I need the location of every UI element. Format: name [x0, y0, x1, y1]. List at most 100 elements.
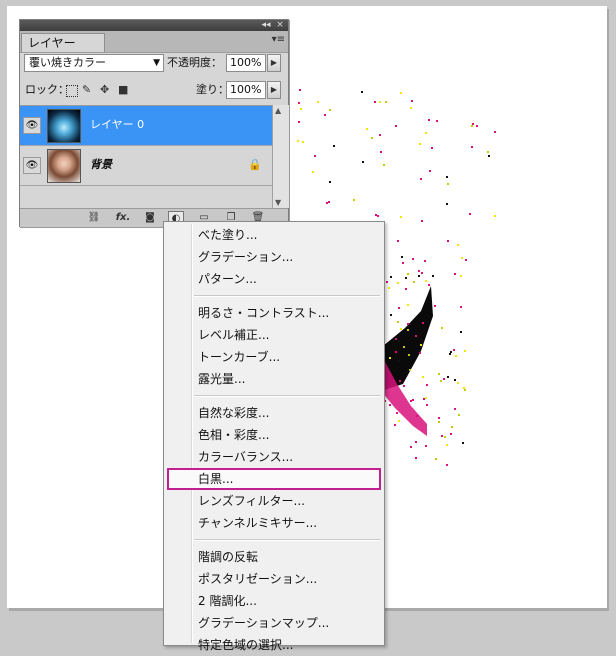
canvas-speck [424, 260, 426, 262]
lock-brush-icon[interactable]: ✎ [82, 84, 91, 96]
menu-item[interactable]: 2 階調化... [167, 590, 381, 612]
canvas-speck [326, 202, 328, 204]
panel-menu-icon[interactable]: ▾≡ [272, 34, 285, 45]
lock-transparent-icon[interactable] [66, 85, 78, 97]
visibility-eye-icon[interactable]: 👁 [23, 157, 41, 174]
canvas-speck [455, 355, 457, 357]
layer-name[interactable]: レイヤー 0 [90, 118, 144, 132]
canvas-speck [431, 147, 433, 149]
layer-thumbnail [47, 109, 81, 143]
canvas-speck [409, 369, 411, 371]
menu-item[interactable]: 色相・彩度... [167, 424, 381, 446]
mask-icon[interactable]: ◙ [142, 211, 158, 225]
menu-item[interactable]: グラデーションマップ... [167, 612, 381, 634]
chevron-down-icon: ▼ [153, 58, 160, 68]
canvas-speck [425, 397, 427, 399]
canvas-speck [428, 119, 430, 121]
fx-icon[interactable]: fx. [115, 211, 131, 225]
canvas-speck [398, 360, 400, 362]
canvas-speck [438, 417, 440, 419]
menu-item[interactable]: レンズフィルター... [167, 490, 381, 512]
canvas-speck [389, 404, 391, 406]
canvas-speck [407, 304, 409, 306]
menu-item[interactable]: グラデーション... [167, 246, 381, 268]
menu-item[interactable]: 特定色域の選択... [167, 634, 381, 656]
visibility-eye-icon[interactable]: 👁 [23, 117, 41, 134]
menu-item[interactable]: チャンネルミキサー... [167, 512, 381, 534]
fill-slider-button[interactable]: ▶ [267, 81, 281, 99]
menu-item[interactable]: 露光量... [167, 368, 381, 390]
canvas-speck [415, 441, 417, 443]
canvas-speck [418, 270, 420, 272]
canvas-speck [353, 199, 355, 201]
menu-item[interactable]: 白黒... [167, 468, 381, 490]
canvas-speck [425, 445, 427, 447]
collapse-icon[interactable]: ◂◂ [260, 20, 272, 31]
scroll-down-icon[interactable]: ▼ [275, 198, 281, 207]
canvas-speck [422, 376, 424, 378]
canvas-speck [328, 201, 330, 203]
layer-row[interactable]: 👁 レイヤー 0 [20, 106, 272, 146]
opacity-slider-button[interactable]: ▶ [267, 54, 281, 72]
menu-item[interactable]: 自然な彩度... [167, 402, 381, 424]
layer-name[interactable]: 背景 [90, 158, 112, 172]
blend-row: 覆い焼きカラー ▼ 不透明度： 100% ▶ [20, 53, 288, 79]
canvas-speck [429, 170, 431, 172]
menu-item[interactable]: ポスタリゼーション... [167, 568, 381, 590]
menu-item[interactable]: レベル補正... [167, 324, 381, 346]
canvas-speck [494, 131, 496, 133]
menu-item[interactable]: べた塗り... [167, 224, 381, 246]
canvas-speck [405, 288, 407, 290]
scroll-up-icon[interactable]: ▲ [275, 106, 281, 115]
opacity-field[interactable]: 100% [226, 54, 266, 72]
canvas-speck [476, 125, 478, 127]
canvas-speck [426, 384, 428, 386]
link-icon[interactable]: ⛓ [86, 211, 102, 225]
lock-all-icon[interactable]: ■ [118, 84, 128, 96]
canvas-speck [446, 464, 448, 466]
canvas-speck [407, 323, 409, 325]
menu-item[interactable]: カラーバランス... [167, 446, 381, 468]
canvas-speck [413, 281, 415, 283]
canvas-speck [379, 134, 381, 136]
canvas-speck [460, 331, 462, 333]
fill-field[interactable]: 100% [226, 81, 266, 99]
canvas-speck [419, 352, 421, 354]
blend-mode-select[interactable]: 覆い焼きカラー ▼ [24, 54, 164, 72]
canvas-speck [401, 256, 403, 258]
canvas-speck [494, 215, 496, 217]
lock-move-icon[interactable]: ✥ [100, 84, 109, 96]
layers-scrollbar[interactable]: ▲ ▼ [272, 105, 289, 208]
canvas-speck [394, 424, 396, 426]
canvas-speck [410, 446, 412, 448]
tab-layers[interactable]: レイヤー [21, 33, 105, 52]
close-icon[interactable]: × [275, 20, 285, 31]
canvas-speck [403, 346, 405, 348]
canvas-speck [447, 376, 449, 378]
menu-item[interactable]: トーンカーブ... [167, 346, 381, 368]
canvas-speck [454, 273, 456, 275]
canvas-speck [422, 322, 424, 324]
canvas-speck [415, 457, 417, 459]
lock-icon: 🔒 [248, 158, 262, 171]
canvas-speck [444, 436, 446, 438]
canvas-speck [408, 354, 410, 356]
canvas-speck [314, 155, 316, 157]
canvas-speck [299, 89, 301, 91]
layer-thumbnail [47, 149, 81, 183]
canvas-speck [460, 306, 462, 308]
canvas-speck [329, 181, 331, 183]
canvas-speck [441, 327, 443, 329]
canvas-speck [443, 378, 445, 380]
canvas-speck [420, 344, 422, 346]
layer-row[interactable]: 👁 背景 🔒 [20, 146, 272, 186]
canvas-speck [451, 426, 453, 428]
canvas-speck [425, 280, 427, 282]
canvas-speck [400, 92, 402, 94]
canvas-speck [438, 373, 440, 375]
menu-item[interactable]: パターン... [167, 268, 381, 290]
menu-item[interactable]: 明るさ・コントラスト... [167, 302, 381, 324]
menu-item[interactable]: 階調の反転 [167, 546, 381, 568]
canvas-speck [457, 382, 459, 384]
canvas-speck [400, 328, 402, 330]
